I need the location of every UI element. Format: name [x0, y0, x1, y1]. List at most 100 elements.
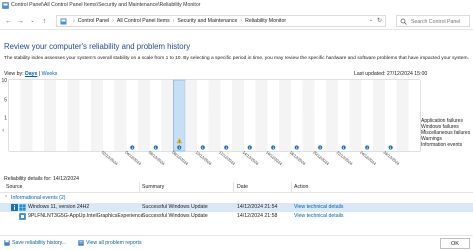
control-panel-breadcrumb-icon	[60, 18, 67, 25]
x-date-label: 22/12/2024	[336, 150, 355, 167]
column-divider[interactable]	[233, 182, 234, 193]
information-event-glyph: i	[390, 146, 391, 150]
breadcrumb-security-maintenance[interactable]: Security and Maintenance	[177, 18, 237, 24]
day-column[interactable]	[55, 80, 68, 151]
forward-arrow-icon[interactable]: →	[16, 17, 25, 26]
chart-row-legend: Application failures Windows failures Mi…	[421, 118, 470, 148]
y-tick-label: 1	[4, 115, 7, 121]
x-date-label: 04/12/2024	[124, 150, 143, 167]
day-column[interactable]	[384, 80, 397, 151]
table-row[interactable]: 9PLFNLNT3G5G-AppUp.IntelGraphicsExperien…	[0, 212, 473, 221]
group-informational-events[interactable]: ⌃ Informational events (2)	[0, 194, 473, 203]
up-arrow-icon[interactable]: ↑	[40, 17, 49, 26]
day-column[interactable]	[79, 80, 92, 151]
reliability-chart[interactable]: i i i i i i i i i i i i! 10 5 1 02/12/2024 04/12/2024 0…	[0, 78, 473, 174]
address-dropdown-chevron-icon[interactable]: ⌄	[369, 17, 373, 23]
day-column[interactable]	[9, 80, 21, 151]
navigation-bar: ← → ⌄ ↑ › Control Panel › All Control Panel…	[0, 11, 473, 30]
row-summary: Successful Windows Update	[142, 213, 208, 219]
view-by-label: View by:	[4, 71, 24, 77]
day-column[interactable]	[349, 80, 362, 151]
day-column[interactable]	[149, 80, 162, 151]
day-column[interactable]	[185, 80, 197, 151]
column-header-date[interactable]: Date	[237, 184, 248, 190]
information-event-glyph: i	[202, 146, 203, 150]
x-date-label: 14/12/2024	[242, 150, 261, 167]
information-event-glyph: i	[226, 146, 227, 150]
day-column[interactable]	[114, 80, 127, 151]
view-weeks-link[interactable]: Weeks	[42, 71, 58, 77]
collapse-chevron-icon[interactable]: ⌃	[4, 195, 8, 201]
column-header-summary[interactable]: Summary	[142, 184, 164, 190]
group-label: Informational events (2)	[11, 195, 66, 201]
column-divider[interactable]	[139, 182, 140, 193]
day-column[interactable]	[20, 80, 33, 151]
view-technical-details-link[interactable]: View technical details	[294, 213, 344, 219]
row-source: Windows 11, version 24H2	[28, 204, 90, 210]
back-arrow-icon[interactable]: ←	[4, 17, 13, 26]
day-column[interactable]	[396, 80, 409, 151]
refresh-icon[interactable]: ↻	[377, 17, 382, 24]
day-column[interactable]	[279, 80, 291, 151]
day-column[interactable]	[232, 80, 244, 151]
window-title: Control Panel\All Control Panel Items\Se…	[11, 2, 201, 8]
breadcrumb-separator: ›	[112, 18, 114, 24]
x-date-label: 12/12/2024	[218, 150, 237, 167]
view-all-problem-reports-link[interactable]: View all problem reports	[86, 240, 142, 246]
day-column[interactable]	[243, 80, 256, 151]
address-field[interactable]: › Control Panel › All Control Panel Items › S…	[56, 15, 386, 27]
search-box[interactable]	[396, 15, 470, 27]
column-divider[interactable]	[291, 182, 292, 193]
day-column[interactable]	[208, 80, 221, 151]
day-column[interactable]	[91, 80, 103, 151]
y-tick-label: 10	[1, 78, 7, 84]
last-updated: Last updated: 27/12/2024 15:00	[354, 71, 428, 77]
x-date-label: 24/12/2024	[359, 150, 378, 167]
save-reliability-history-link[interactable]: Save reliability history...	[12, 240, 66, 246]
breadcrumb-all-items[interactable]: All Control Panel Items	[117, 18, 170, 24]
row-date: 14/12/2024 21:58	[237, 213, 278, 219]
information-event-glyph: i	[343, 146, 344, 150]
view-separator: |	[38, 71, 41, 77]
day-column[interactable]	[255, 80, 268, 151]
x-date-label: 06/12/2024	[148, 150, 167, 167]
day-column[interactable]	[44, 80, 56, 151]
column-header-source[interactable]: Source	[6, 184, 22, 190]
day-column[interactable]	[314, 80, 327, 151]
day-column[interactable]	[196, 80, 209, 151]
day-column[interactable]	[302, 80, 315, 151]
breadcrumb-separator: ›	[240, 18, 243, 24]
x-date-label: 08/12/2024	[171, 150, 190, 167]
day-column[interactable]	[67, 80, 80, 151]
breadcrumb-separator: ›	[73, 18, 75, 24]
breadcrumb-reliability-monitor[interactable]: Reliability Monitor	[245, 18, 286, 24]
search-input[interactable]	[411, 17, 467, 26]
day-column[interactable]	[290, 80, 303, 151]
day-column[interactable]	[220, 80, 233, 151]
day-column[interactable]	[408, 80, 420, 151]
day-column[interactable]	[326, 80, 338, 151]
day-column[interactable]	[102, 80, 115, 151]
x-date-label: 26/12/2024	[383, 150, 402, 167]
day-column[interactable]	[32, 80, 45, 151]
day-column[interactable]	[161, 80, 174, 151]
table-header: Source Summary Date Action	[0, 182, 473, 193]
ok-button[interactable]: OK	[440, 238, 470, 249]
table-row[interactable]: Windows 11, version 24H2 Successful Wind…	[0, 203, 473, 212]
day-column[interactable]	[361, 80, 374, 151]
view-days-link[interactable]: Days	[25, 71, 37, 77]
scroll-left-icon[interactable]: ‹	[2, 127, 4, 134]
control-panel-icon	[2, 2, 9, 9]
information-event-glyph: i	[249, 146, 250, 150]
x-date-label: 16/12/2024	[265, 150, 284, 167]
day-column[interactable]	[126, 80, 139, 151]
recent-pages-chevron-icon[interactable]: ⌄	[28, 17, 37, 26]
view-technical-details-link[interactable]: View technical details	[294, 204, 344, 210]
day-column[interactable]	[337, 80, 350, 151]
breadcrumb-control-panel[interactable]: Control Panel	[78, 18, 109, 24]
day-column[interactable]	[138, 80, 150, 151]
day-column[interactable]	[267, 80, 280, 151]
column-header-action[interactable]: Action	[294, 184, 308, 190]
row-source: 9PLFNLNT3G5G-AppUp.IntelGraphicsExperien…	[28, 213, 144, 219]
day-column[interactable]	[373, 80, 385, 151]
